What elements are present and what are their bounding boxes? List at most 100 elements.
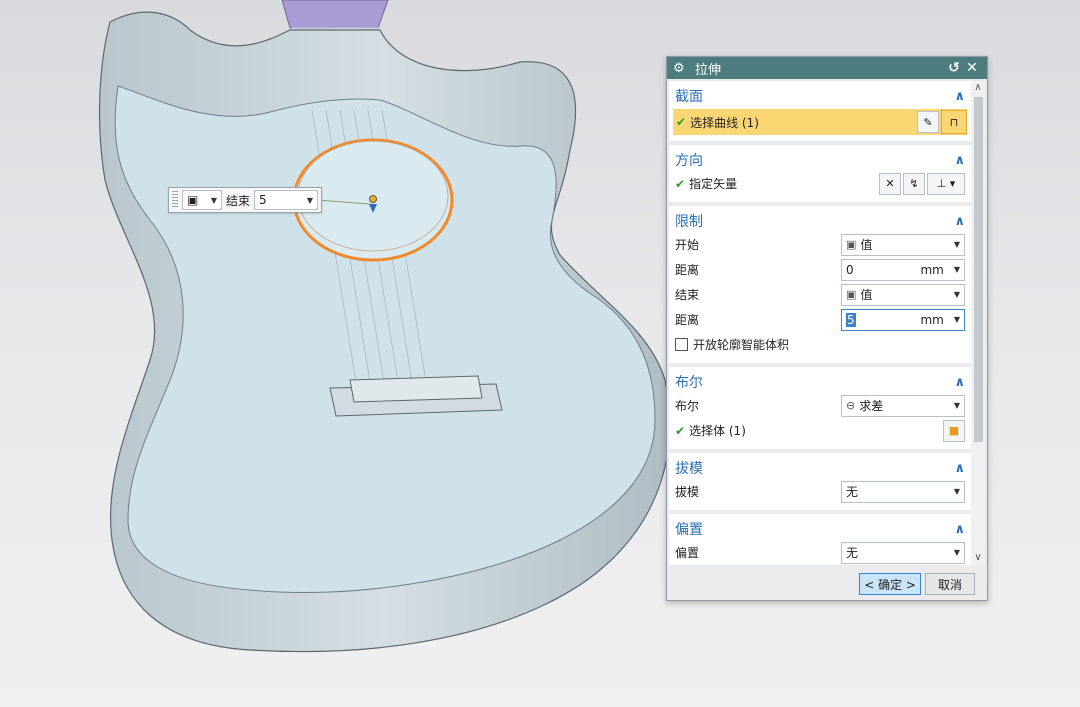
end-distance-value-wrap: 5 [846,312,920,327]
draft-row: 拔模 无 ▼ [675,479,965,504]
end-distance-label: 距离 [675,313,700,327]
cancel-button[interactable]: 取消 [925,573,975,595]
drag-handle-ball[interactable] [369,195,377,203]
chevron-down-icon: ▼ [953,401,960,410]
select-curve-label: 选择曲线 (1) [690,115,759,130]
collapse-icon[interactable]: ∧ [954,522,965,537]
start-distance-value: 0 [846,262,854,277]
end-row: 结束 ▣ 值 ▼ [675,282,965,307]
dialog-title: 拉伸 [695,62,722,78]
chevron-down-icon: ▼ [953,240,960,249]
reset-icon[interactable]: ↺ [945,60,963,76]
collapse-icon[interactable]: ∧ [954,461,965,476]
collapse-icon[interactable]: ∧ [954,89,965,104]
boolean-group: 布尔 ∧ 布尔 ⊖ 求差 ▼ ✔ 选择体 (1) ■ [669,367,971,449]
cube-value-icon: ▣ [846,238,857,251]
boolean-title: 布尔 [675,375,703,391]
collapse-icon[interactable]: ∧ [954,375,965,390]
direction-title: 方向 [675,153,703,169]
end-distance-row: 距离 5 mm ▼ [675,307,965,332]
collapse-icon[interactable]: ∧ [954,153,965,168]
offset-row: 偏置 无 ▼ [675,540,965,565]
ok-button[interactable]: < 确定 > [859,573,921,595]
limit-type-dropdown[interactable]: ▣ ▼ [182,190,222,210]
open-profile-checkbox[interactable] [675,338,688,351]
scroll-down-icon[interactable]: ∨ [971,551,985,565]
start-distance-row: 距离 0 mm ▼ [675,257,965,282]
limits-group: 限制 ∧ 开始 ▣ 值 ▼ 距离 0 mm ▼ 结束 ▣ 值 ▼ 距离 5 mm… [669,206,971,363]
end-label: 结束 [675,288,700,302]
check-icon: ✔ [676,115,687,129]
limits-title: 限制 [675,214,703,230]
direction-group: 方向 ∧ ✔ 指定矢量 ✕ ↯ ⊥ ▾ [669,145,971,202]
open-profile-row[interactable]: 开放轮廓智能体积 [675,332,965,357]
draft-title: 拔模 [675,461,703,477]
solid-body-icon[interactable]: ■ [943,419,965,442]
end-distance-input[interactable]: 5 mm ▼ [841,308,965,331]
chevron-down-icon: ▼ [953,265,960,274]
chevron-down-icon: ▼ [306,195,314,205]
onscreen-end-value[interactable]: 5 ▼ [254,190,319,210]
check-icon: ✔ [675,423,686,438]
scroll-up-icon[interactable]: ∧ [971,81,985,95]
chevron-down-icon: ▼ [953,548,960,557]
draft-label: 拔模 [675,485,700,499]
boolean-label: 布尔 [675,399,700,413]
offset-group: 偏置 ∧ 偏置 无 ▼ [669,514,971,565]
extrude-dialog: ⚙ 拉伸 ↺ ✕ 截面 ∧ ✔ 选择曲线 (1) ✎ ⊓ 方向 ∧ ✔ 指定矢量… [666,56,988,601]
select-body-row[interactable]: ✔ 选择体 (1) ■ [675,418,965,443]
dialog-scrollbar[interactable]: ∧ ∨ [971,81,985,565]
gear-icon[interactable]: ⚙ [673,61,687,76]
start-distance-unit: mm [920,262,944,277]
subtract-icon: ⊖ [846,399,856,412]
section-group: 截面 ∧ ✔ 选择曲线 (1) ✎ ⊓ [669,81,971,141]
cube-value-icon: ▣ [187,193,199,207]
dialog-titlebar[interactable]: ⚙ 拉伸 ↺ ✕ [667,57,987,79]
dialog-scroll-area: 截面 ∧ ✔ 选择曲线 (1) ✎ ⊓ 方向 ∧ ✔ 指定矢量 ✕ ↯ ⊥ ▾ [669,81,971,565]
start-distance-input[interactable]: 0 mm ▼ [841,258,965,281]
start-type-select[interactable]: ▣ 值 ▼ [841,233,965,256]
offset-select[interactable]: 无 ▼ [841,541,965,564]
draft-value: 无 [846,485,859,499]
end-type-value: 值 [860,288,873,302]
drag-grip-icon[interactable] [172,191,178,209]
open-profile-label: 开放轮廓智能体积 [693,338,790,352]
offset-title: 偏置 [675,522,703,538]
chevron-down-icon: ▼ [953,487,960,496]
select-body-label: 选择体 (1) [689,424,746,438]
section-title: 截面 [675,89,703,105]
scroll-thumb[interactable] [974,97,983,442]
guitar-neck [281,0,389,29]
reverse-direction-icon[interactable]: ✕ [879,172,901,195]
end-distance-unit: mm [920,312,944,327]
chevron-down-icon: ▼ [953,290,960,299]
start-distance-label: 距离 [675,263,700,277]
boolean-select[interactable]: ⊖ 求差 ▼ [841,394,965,417]
end-type-select[interactable]: ▣ 值 ▼ [841,283,965,306]
dialog-footer: < 确定 > 取消 [667,569,987,599]
vector-type-icon[interactable]: ⊥ ▾ [927,172,965,195]
sketch-section-icon[interactable]: ✎ [917,111,939,133]
bridge-saddle [349,375,483,403]
specify-vector-row[interactable]: ✔ 指定矢量 ✕ ↯ ⊥ ▾ [675,171,965,196]
onscreen-input[interactable]: ▣ ▼ 结束 5 ▼ [168,187,323,213]
boolean-value: 求差 [859,399,884,413]
boolean-row: 布尔 ⊖ 求差 ▼ [675,393,965,418]
select-curve-row[interactable]: ✔ 选择曲线 (1) ✎ ⊓ [673,109,967,135]
start-label: 开始 [675,238,700,252]
close-icon[interactable]: ✕ [963,60,981,76]
specify-vector-label: 指定矢量 [689,177,738,191]
chevron-down-icon: ▼ [953,315,960,324]
end-distance-value: 5 [846,312,856,327]
draft-select[interactable]: 无 ▼ [841,480,965,503]
curve-select-icon[interactable]: ⊓ [941,110,967,134]
start-row: 开始 ▣ 值 ▼ [675,232,965,257]
cube-value-icon: ▣ [846,288,857,301]
draft-group: 拔模 ∧ 拔模 无 ▼ [669,453,971,510]
chevron-down-icon: ▼ [210,195,217,205]
start-type-value: 值 [860,238,873,252]
onscreen-end-label: 结束 [226,193,251,208]
onscreen-end-value-text: 5 [259,193,267,207]
vector-dialog-icon[interactable]: ↯ [903,172,925,195]
collapse-icon[interactable]: ∧ [954,214,965,229]
